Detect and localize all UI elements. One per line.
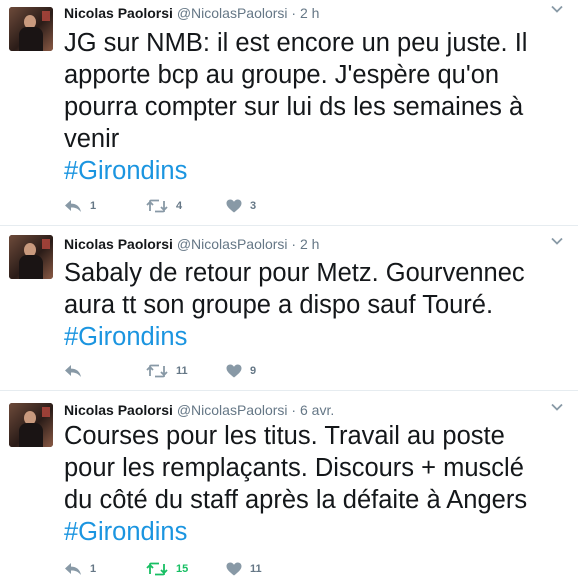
tweet-text-line: venir — [64, 125, 120, 153]
reply-icon — [65, 365, 81, 377]
hashtag-link[interactable]: #Girondins — [64, 321, 525, 353]
tweet-header: Nicolas Paolorsi @NicolasPaolorsi · 6 av… — [64, 402, 568, 422]
heart-icon — [226, 199, 242, 213]
like-count: 9 — [250, 365, 257, 377]
tweet-text: Courses pour les titus. Travail au poste… — [64, 420, 527, 548]
tweet-text-line: apporte bcp au groupe. J'espère qu'on — [64, 61, 500, 89]
tweet[interactable]: Nicolas Paolorsi @NicolasPaolorsi · 6 av… — [0, 391, 578, 577]
tweet-text-line: Courses pour les titus. Travail au poste — [64, 422, 505, 450]
retweet-count: 11 — [176, 365, 188, 377]
hashtag-link[interactable]: #Girondins — [64, 155, 527, 187]
tweet-text-line: JG sur NMB: il est encore un peu juste. … — [64, 29, 528, 57]
tweet-header: Nicolas Paolorsi @NicolasPaolorsi · 2 h — [64, 5, 568, 25]
tweet-header: Nicolas Paolorsi @NicolasPaolorsi · 2 h — [64, 236, 568, 256]
tweet-text: JG sur NMB: il est encore un peu juste. … — [64, 27, 527, 187]
chevron-down-icon[interactable] — [550, 2, 564, 16]
separator-dot: · — [291, 236, 297, 252]
tweet-text: Sabaly de retour pour Metz. Gourvennec a… — [64, 257, 525, 353]
retweet-icon — [146, 199, 168, 213]
reply-button[interactable]: 1 — [64, 198, 96, 214]
like-count: 3 — [250, 200, 257, 212]
retweet-icon — [146, 562, 168, 576]
author-name[interactable]: Nicolas Paolorsi — [64, 402, 173, 418]
like-button[interactable]: 3 — [226, 198, 256, 214]
author-handle[interactable]: @NicolasPaolorsi — [177, 402, 288, 418]
avatar[interactable] — [9, 235, 53, 279]
timestamp[interactable]: 2 h — [300, 236, 319, 252]
avatar[interactable] — [9, 7, 53, 51]
timestamp[interactable]: 6 avr. — [300, 402, 334, 418]
retweet-button[interactable]: 11 — [146, 363, 188, 379]
like-button[interactable]: 9 — [226, 363, 256, 379]
retweet-button[interactable]: 4 — [146, 198, 182, 214]
author-name[interactable]: Nicolas Paolorsi — [64, 5, 173, 21]
reply-button[interactable]: 1 — [64, 561, 96, 577]
chevron-down-icon[interactable] — [550, 234, 564, 248]
reply-count: 1 — [90, 200, 97, 212]
reply-icon — [65, 200, 81, 212]
reply-icon — [65, 563, 81, 575]
avatar[interactable] — [9, 403, 53, 447]
chevron-down-icon[interactable] — [550, 400, 564, 414]
heart-icon — [226, 364, 242, 378]
hashtag-link[interactable]: #Girondins — [64, 516, 527, 548]
tweet-text-line: du côté du staff après la défaite à Ange… — [64, 486, 528, 514]
retweet-icon — [146, 364, 168, 378]
tweet-text-line: aura tt son groupe a dispo sauf Touré. — [64, 291, 494, 319]
separator-dot: · — [291, 402, 297, 418]
separator-dot: · — [291, 5, 297, 21]
heart-icon — [226, 562, 242, 576]
tweet[interactable]: Nicolas Paolorsi @NicolasPaolorsi · 2 h … — [0, 226, 578, 391]
tweet[interactable]: Nicolas Paolorsi @NicolasPaolorsi · 2 h … — [0, 0, 578, 226]
tweet-text-line: pourra compter sur lui ds les semaines à — [64, 93, 524, 121]
tweet-text-line: pour les remplaçants. Discours + musclé — [64, 454, 524, 482]
timestamp[interactable]: 2 h — [300, 5, 319, 21]
reply-button[interactable] — [64, 363, 90, 379]
retweet-count: 15 — [176, 563, 189, 575]
retweet-count: 4 — [176, 200, 183, 212]
tweet-text-line: Sabaly de retour pour Metz. Gourvennec — [64, 259, 525, 287]
author-name[interactable]: Nicolas Paolorsi — [64, 236, 173, 252]
reply-count: 1 — [90, 563, 97, 575]
author-handle[interactable]: @NicolasPaolorsi — [177, 236, 288, 252]
author-handle[interactable]: @NicolasPaolorsi — [177, 5, 288, 21]
like-count: 11 — [250, 563, 262, 575]
like-button[interactable]: 11 — [226, 561, 262, 577]
retweet-button[interactable]: 15 — [146, 561, 188, 577]
